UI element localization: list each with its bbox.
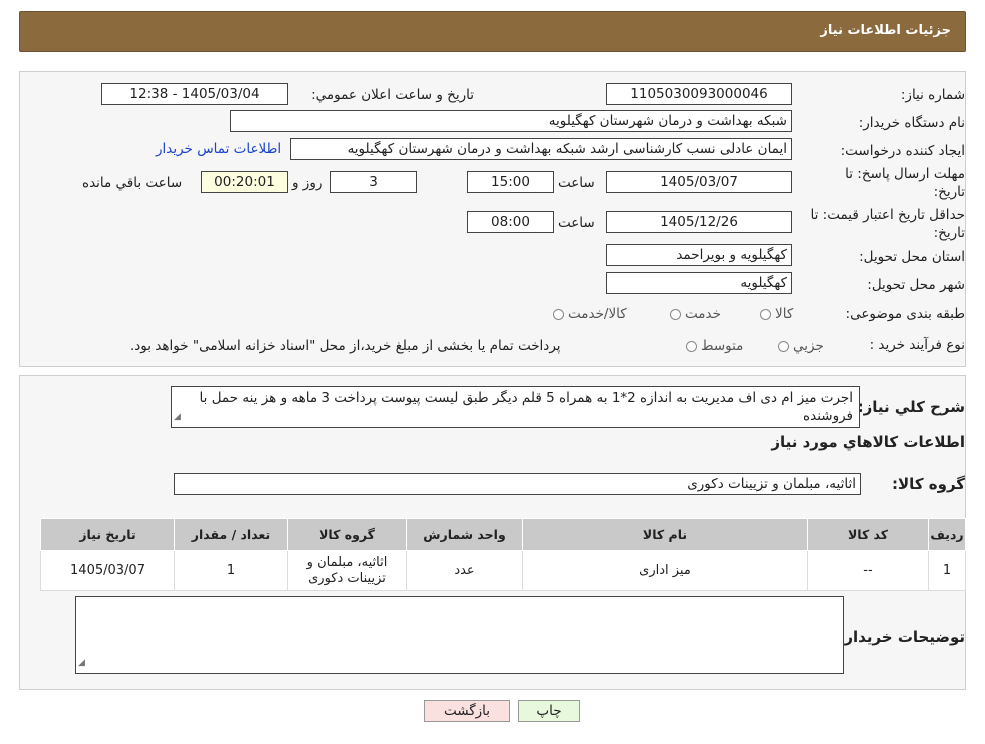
- creator-field[interactable]: ایمان عادلی نسب کارشناسی ارشد شبکه بهداش…: [290, 138, 792, 160]
- city-label: شهر محل تحویل:: [867, 277, 965, 293]
- deadline-time-label: ساعت: [558, 175, 595, 191]
- process-minor-radio[interactable]: [778, 340, 789, 352]
- col-qty: تعداد / مقدار: [174, 518, 288, 551]
- goods-group-label: گروه کالا:: [892, 475, 965, 493]
- province-label: استان محل تحویل:: [859, 249, 965, 265]
- cell-group: اثاثیه، مبلمان و تزیینات دکوری: [287, 550, 407, 591]
- page-header: جزئیات اطلاعات نیاز: [19, 11, 966, 52]
- cell-date: 1405/03/07: [40, 550, 175, 591]
- category-both-radio[interactable]: [553, 308, 564, 320]
- buyer-notes-field[interactable]: ◢: [75, 596, 844, 674]
- announce-label: تاریخ و ساعت اعلان عمومي:: [311, 87, 474, 103]
- category-goods-radio[interactable]: [760, 308, 771, 320]
- validity-time-field[interactable]: 08:00: [467, 211, 554, 233]
- process-label: نوع فرآیند خرید :: [869, 337, 965, 353]
- validity-date-field[interactable]: 1405/12/26: [606, 211, 792, 233]
- resize-grip-icon[interactable]: ◢: [78, 654, 85, 672]
- category-option-service[interactable]: خدمت: [670, 306, 721, 322]
- buyer-org-field[interactable]: شبکه بهداشت و درمان شهرستان کهگیلویه: [230, 110, 792, 132]
- need-number-field[interactable]: 1105030093000046: [606, 83, 792, 105]
- page-title: جزئیات اطلاعات نیاز: [820, 23, 951, 38]
- general-desc-field[interactable]: اجرت میز ام دی اف مدیریت به اندازه 2*1 ب…: [171, 386, 860, 428]
- general-desc-label: شرح کلي نیاز:: [857, 398, 965, 416]
- process-note: پرداخت تمام یا بخشی از مبلغ خرید،از محل …: [130, 338, 561, 354]
- buyer-notes-label: توضیحات خریدار:: [838, 628, 965, 646]
- col-date: تاریخ نیاز: [40, 518, 175, 551]
- province-field[interactable]: کهگیلویه و بویراحمد: [606, 244, 792, 266]
- category-label: طبقه بندی موضوعی:: [845, 306, 965, 322]
- creator-label: ایجاد کننده درخواست:: [840, 143, 965, 159]
- category-service-radio[interactable]: [670, 308, 681, 320]
- cell-row: 1: [928, 550, 966, 591]
- back-button[interactable]: بازگشت: [424, 700, 510, 722]
- process-option-minor-label: جزیي: [793, 338, 824, 354]
- col-code: کد کالا: [807, 518, 929, 551]
- category-option-both[interactable]: کالا/خدمت: [553, 306, 627, 322]
- goods-table-header: ردیف کد کالا نام کالا واحد شمارش گروه کا…: [40, 518, 966, 551]
- col-group: گروه کالا: [287, 518, 407, 551]
- col-name: نام کالا: [522, 518, 808, 551]
- category-option-goods-label: کالا: [775, 306, 794, 322]
- goods-info-title: اطلاعات کالاهاي مورد نیاز: [771, 433, 965, 451]
- buyer-org-label: نام دستگاه خریدار:: [858, 115, 965, 131]
- remaining-time-label: ساعت باقي مانده: [82, 175, 183, 191]
- deadline-time-field[interactable]: 15:00: [467, 171, 554, 193]
- cell-qty: 1: [174, 550, 288, 591]
- cell-name: میز اداری: [522, 550, 808, 591]
- table-row: 1 -- میز اداری عدد اثاثیه، مبلمان و تزیی…: [40, 550, 966, 591]
- goods-table: ردیف کد کالا نام کالا واحد شمارش گروه کا…: [40, 518, 966, 591]
- cell-unit: عدد: [406, 550, 523, 591]
- days-label: روز و: [292, 175, 323, 191]
- resize-grip-icon[interactable]: ◢: [174, 408, 181, 426]
- deadline-date-field[interactable]: 1405/03/07: [606, 171, 792, 193]
- process-option-minor[interactable]: جزیي: [778, 338, 824, 354]
- general-desc-text: اجرت میز ام دی اف مدیریت به اندازه 2*1 ب…: [199, 390, 853, 424]
- print-button[interactable]: چاپ: [518, 700, 580, 722]
- need-number-label: شماره نیاز:: [900, 87, 965, 103]
- days-field[interactable]: 3: [330, 171, 417, 193]
- city-field[interactable]: کهگیلویه: [606, 272, 792, 294]
- category-option-both-label: کالا/خدمت: [568, 306, 627, 322]
- col-unit: واحد شمارش: [406, 518, 523, 551]
- process-medium-radio[interactable]: [686, 340, 697, 352]
- process-option-medium[interactable]: متوسط: [686, 338, 743, 354]
- category-option-goods[interactable]: کالا: [760, 306, 793, 322]
- col-row: ردیف: [928, 518, 966, 551]
- cell-code: --: [807, 550, 929, 591]
- category-option-service-label: خدمت: [685, 306, 721, 322]
- remaining-time-field: 00:20:01: [201, 171, 288, 193]
- deadline-label: مهلت ارسال پاسخ: تا تاریخ:: [845, 166, 965, 200]
- validity-label: حداقل تاریخ اعتبار قیمت: تا تاریخ:: [810, 207, 965, 241]
- announce-datetime-field[interactable]: 1405/03/04 - 12:38: [101, 83, 288, 105]
- buyer-contact-link[interactable]: اطلاعات تماس خریدار: [156, 141, 281, 157]
- goods-group-field[interactable]: اثاثیه، مبلمان و تزیینات دکوری: [174, 473, 861, 495]
- process-option-medium-label: متوسط: [701, 338, 744, 354]
- validity-time-label: ساعت: [558, 215, 595, 231]
